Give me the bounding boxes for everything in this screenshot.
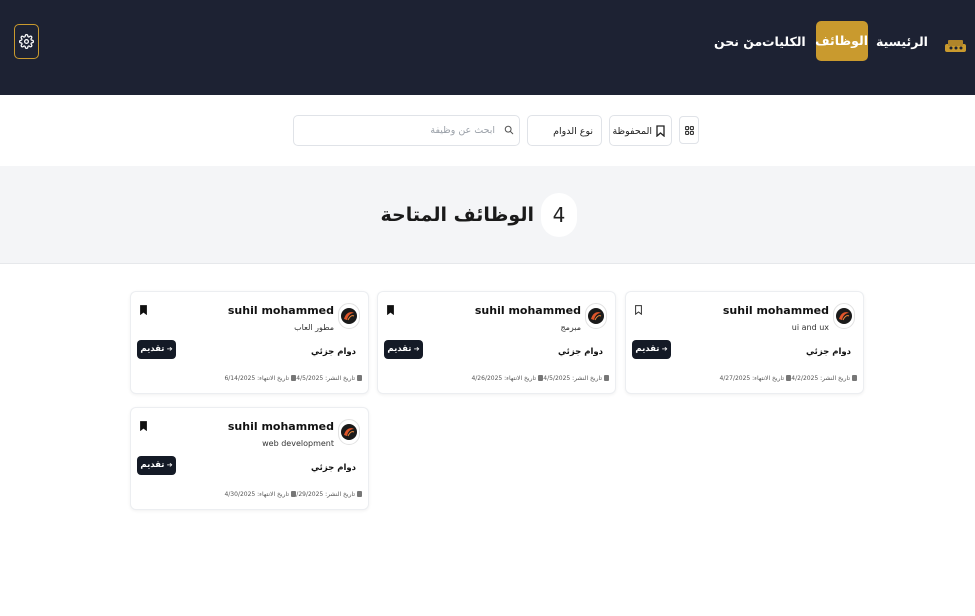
saved-jobs-button[interactable]: المحفوظة — [609, 115, 672, 146]
calendar-icon — [604, 375, 609, 381]
calendar-icon — [357, 375, 362, 381]
avatar — [585, 303, 607, 329]
published-date: تاريخ النشر: 1/29/2025 — [292, 490, 362, 499]
grid-icon — [685, 126, 694, 135]
bookmark-filled-icon[interactable] — [140, 421, 147, 431]
calendar-icon — [357, 491, 362, 497]
job-card[interactable]: suhil mohammed ui and ux دوام جزئي ➔ تقد… — [625, 291, 864, 394]
page-title: الوظائف المتاحة — [380, 204, 534, 226]
grid-view-button[interactable] — [679, 116, 699, 144]
nav-jobs-link[interactable]: الوظائف — [815, 21, 868, 61]
apply-label: تقديم — [140, 460, 165, 470]
published-date: تاريخ النشر: 4/5/2025 — [296, 374, 362, 383]
avatar — [833, 303, 855, 329]
poster-name: suhil mohammed — [474, 304, 581, 317]
job-card[interactable]: suhil mohammed مبرمج دوام جزئي ➔ تقديم ت… — [377, 291, 616, 394]
job-type: دوام جزئي — [558, 347, 603, 357]
job-title: مبرمج — [560, 323, 581, 332]
calendar-icon — [538, 375, 543, 381]
job-type: دوام جزئي — [311, 463, 356, 473]
published-date: تاريخ النشر: 4/5/2025 — [543, 374, 609, 383]
apply-button[interactable]: ➔ تقديم — [632, 340, 671, 359]
end-date: تاريخ الانتهاء: 4/30/2025 — [224, 490, 296, 499]
arrow-left-icon: ➔ — [164, 461, 173, 469]
apply-button[interactable]: ➔ تقديم — [384, 340, 423, 359]
job-type-filter-label: نوع الدوام — [553, 126, 593, 137]
arrow-left-icon: ➔ — [164, 345, 173, 353]
bookmark-icon — [656, 125, 665, 137]
top-navbar: الرئيسية الوظائف الكليات ⌄ من نحن — [0, 0, 975, 95]
calendar-icon — [291, 375, 296, 381]
nav-about-link[interactable]: من نحن — [714, 33, 762, 51]
poster-name: suhil mohammed — [227, 304, 334, 317]
end-date: تاريخ الانتهاء: 6/14/2025 — [224, 374, 296, 383]
job-card[interactable]: suhil mohammed web development دوام جزئي… — [130, 407, 369, 510]
search-icon — [504, 125, 514, 135]
job-title: web development — [262, 439, 334, 448]
calendar-icon — [291, 491, 296, 497]
calendar-icon — [852, 375, 857, 381]
job-title: مطور العاب — [294, 323, 334, 332]
job-type: دوام جزئي — [311, 347, 356, 357]
end-date: تاريخ الانتهاء: 4/26/2025 — [471, 374, 543, 383]
apply-button[interactable]: ➔ تقديم — [137, 340, 176, 359]
jobs-count-badge: 4 — [541, 193, 577, 237]
apply-label: تقديم — [635, 344, 660, 354]
gear-icon — [19, 34, 34, 49]
search-box[interactable] — [293, 115, 520, 146]
calendar-icon — [786, 375, 791, 381]
avatar-logo-icon — [836, 308, 852, 324]
nav-home-link[interactable]: الرئيسية — [876, 33, 928, 51]
bookmark-filled-icon[interactable] — [387, 305, 394, 315]
job-title: ui and ux — [791, 323, 829, 332]
avatar-logo-icon — [588, 308, 604, 324]
avatar-logo-icon — [341, 308, 357, 324]
arrow-left-icon: ➔ — [659, 345, 668, 353]
settings-button[interactable] — [14, 24, 39, 59]
saved-jobs-label: المحفوظة — [612, 126, 652, 137]
bookmark-icon[interactable] — [635, 305, 642, 315]
nav-colleges-label: الكليات — [762, 34, 806, 49]
jobs-hero: 4 الوظائف المتاحة — [0, 166, 975, 264]
poster-name: suhil mohammed — [722, 304, 829, 317]
search-input[interactable] — [294, 116, 499, 145]
apply-label: تقديم — [387, 344, 412, 354]
arrow-left-icon: ➔ — [411, 345, 420, 353]
published-date: تاريخ النشر: 4/2/2025 — [791, 374, 857, 383]
avatar — [338, 303, 360, 329]
avatar-logo-icon — [341, 424, 357, 440]
job-type: دوام جزئي — [806, 347, 851, 357]
apply-button[interactable]: ➔ تقديم — [137, 456, 176, 475]
apply-label: تقديم — [140, 344, 165, 354]
avatar — [338, 419, 360, 445]
job-type-filter[interactable]: نوع الدوام — [527, 115, 602, 146]
poster-name: suhil mohammed — [227, 420, 334, 433]
job-card[interactable]: suhil mohammed مطور العاب دوام جزئي ➔ تق… — [130, 291, 369, 394]
nav-colleges-dropdown[interactable]: الكليات ⌄ — [745, 33, 806, 51]
bookmark-filled-icon[interactable] — [140, 305, 147, 315]
logo-icon[interactable] — [942, 36, 969, 54]
end-date: تاريخ الانتهاء: 4/27/2025 — [719, 374, 791, 383]
